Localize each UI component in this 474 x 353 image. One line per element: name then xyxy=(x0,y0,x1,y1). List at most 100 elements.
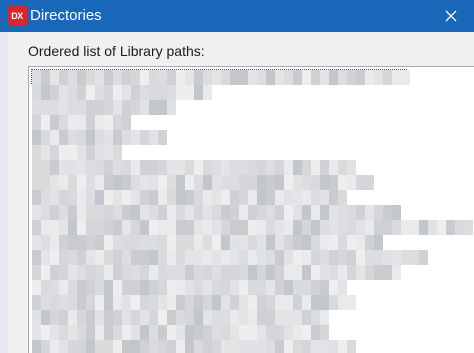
obscured-text-block xyxy=(176,190,185,205)
close-button[interactable] xyxy=(428,0,474,32)
library-path-item[interactable] xyxy=(32,220,473,235)
obscured-text-block xyxy=(365,70,374,85)
obscured-text-block xyxy=(383,70,392,85)
library-path-item[interactable] xyxy=(32,100,176,115)
obscured-text-block xyxy=(50,205,59,220)
library-path-item[interactable] xyxy=(32,310,329,325)
obscured-text-block xyxy=(275,295,284,310)
obscured-text-block xyxy=(356,235,365,250)
obscured-text-block xyxy=(149,100,158,115)
obscured-text-block xyxy=(356,175,365,190)
obscured-text-block xyxy=(68,205,77,220)
obscured-text-block xyxy=(122,130,131,145)
obscured-text-block xyxy=(41,70,50,85)
library-path-item[interactable] xyxy=(32,175,374,190)
obscured-text-block xyxy=(185,175,194,190)
obscured-text-block xyxy=(167,190,176,205)
obscured-text-block xyxy=(185,295,194,310)
obscured-text-block xyxy=(50,100,59,115)
obscured-text-block xyxy=(68,250,77,265)
obscured-text-block xyxy=(149,220,158,235)
obscured-text-block xyxy=(266,160,275,175)
obscured-text-block xyxy=(86,190,95,205)
library-path-item[interactable] xyxy=(32,265,401,280)
library-path-item[interactable] xyxy=(32,295,356,310)
library-path-item[interactable] xyxy=(32,130,167,145)
obscured-text-block xyxy=(185,280,194,295)
obscured-text-block xyxy=(239,340,248,353)
obscured-text-block xyxy=(185,325,194,340)
obscured-text-block xyxy=(329,220,338,235)
obscured-text-block xyxy=(113,70,122,85)
obscured-text-block xyxy=(329,340,338,353)
library-path-item[interactable] xyxy=(32,160,356,175)
obscured-text-block xyxy=(347,175,356,190)
obscured-text-block xyxy=(41,130,50,145)
obscured-text-block xyxy=(158,295,167,310)
obscured-text-block xyxy=(302,250,311,265)
obscured-text-block xyxy=(311,250,320,265)
obscured-text-block xyxy=(131,250,140,265)
obscured-text-block xyxy=(266,340,275,353)
obscured-text-block xyxy=(311,265,320,280)
obscured-text-block xyxy=(59,100,68,115)
obscured-text-block xyxy=(176,265,185,280)
obscured-text-block xyxy=(77,310,86,325)
library-path-item[interactable] xyxy=(32,205,401,220)
obscured-text-block xyxy=(59,115,68,130)
library-path-item[interactable] xyxy=(32,235,383,250)
library-path-item[interactable] xyxy=(32,325,329,340)
obscured-text-block xyxy=(122,325,131,340)
obscured-text-block xyxy=(212,265,221,280)
library-path-item[interactable] xyxy=(32,70,410,85)
obscured-text-block xyxy=(104,220,113,235)
obscured-text-block xyxy=(77,100,86,115)
obscured-text-block xyxy=(194,265,203,280)
obscured-text-block xyxy=(266,295,275,310)
obscured-text-block xyxy=(338,235,347,250)
library-path-item[interactable] xyxy=(32,340,356,353)
obscured-text-block xyxy=(203,280,212,295)
obscured-text-block xyxy=(302,310,311,325)
obscured-text-block xyxy=(122,70,131,85)
obscured-text-block xyxy=(212,235,221,250)
obscured-text-block xyxy=(329,205,338,220)
obscured-text-block xyxy=(104,130,113,145)
library-path-item[interactable] xyxy=(32,190,347,205)
obscured-text-block xyxy=(122,115,131,130)
obscured-text-block xyxy=(338,295,347,310)
obscured-text-block xyxy=(113,310,122,325)
obscured-text-block xyxy=(32,205,41,220)
library-path-item[interactable] xyxy=(32,85,212,100)
obscured-text-block xyxy=(275,280,284,295)
obscured-text-block xyxy=(32,220,41,235)
library-path-item[interactable] xyxy=(32,280,347,295)
obscured-text-block xyxy=(41,205,50,220)
obscured-text-block xyxy=(167,295,176,310)
obscured-text-block xyxy=(167,205,176,220)
obscured-text-block xyxy=(149,280,158,295)
obscured-text-block xyxy=(320,175,329,190)
obscured-text-block xyxy=(149,160,158,175)
title-bar[interactable]: DX Directories xyxy=(0,0,474,32)
library-path-item[interactable] xyxy=(32,250,428,265)
obscured-text-block xyxy=(338,190,347,205)
obscured-text-block xyxy=(131,235,140,250)
library-paths-listbox[interactable] xyxy=(28,66,474,353)
obscured-text-block xyxy=(203,265,212,280)
library-path-item[interactable] xyxy=(32,145,122,160)
obscured-text-block xyxy=(86,250,95,265)
obscured-text-block xyxy=(257,175,266,190)
obscured-text-block xyxy=(86,130,95,145)
obscured-text-block xyxy=(284,235,293,250)
obscured-text-block xyxy=(86,70,95,85)
obscured-text-block xyxy=(131,295,140,310)
library-path-item[interactable] xyxy=(32,115,131,130)
obscured-text-block xyxy=(383,205,392,220)
obscured-text-block xyxy=(68,190,77,205)
obscured-text-block xyxy=(275,340,284,353)
obscured-text-block xyxy=(212,220,221,235)
obscured-text-block xyxy=(50,325,59,340)
obscured-text-block xyxy=(122,205,131,220)
obscured-text-block xyxy=(113,85,122,100)
